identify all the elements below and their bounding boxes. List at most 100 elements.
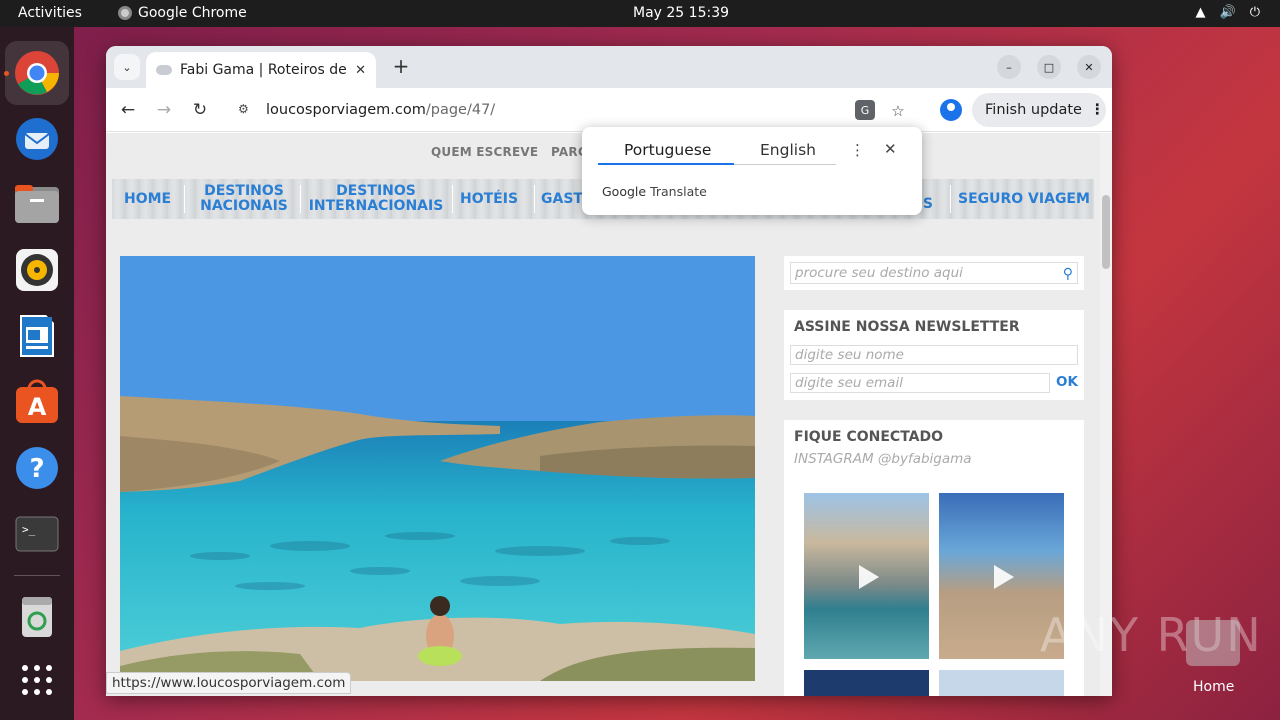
tab-title: Fabi Gama | Roteiros de V [180,62,350,78]
newsletter-widget: ASSINE NOSSA NEWSLETTER digite seu nome … [784,310,1084,400]
dock-chrome[interactable] [5,41,69,105]
instagram-post-1[interactable] [804,493,929,659]
chrome-icon [118,6,132,20]
search-widget: procure seu destino aqui ⚲ [784,256,1084,290]
menu-home[interactable]: HOME [124,192,171,207]
nav-link-quem-escreve[interactable]: QUEM ESCREVE [431,145,538,159]
google-brand: Google [602,184,647,199]
tab-search-button[interactable]: ⌄ [114,54,140,80]
close-icon: ✕ [1084,60,1094,74]
close-icon[interactable]: ✕ [355,63,366,78]
system-tray[interactable]: ▲ 🔊 ⏻ [1196,5,1260,20]
selected-tab-indicator [598,163,734,165]
url-path: /page/47/ [425,102,496,118]
menu-label: DESTINOS [204,183,284,199]
newsletter-ok-button[interactable]: OK [1056,374,1078,390]
tab-divider [734,164,836,165]
power-icon: ⏻ [1249,5,1260,20]
translate-options-icon[interactable]: ⋮ [850,141,865,159]
svg-text:>_: >_ [22,523,36,536]
dock: A ? >_ [0,27,74,720]
target-language-tab[interactable]: English [760,141,816,159]
rhythmbox-icon [16,249,58,291]
app-grid-icon [22,665,52,695]
menu-destinos-nacionais[interactable]: DESTINOS NACIONAIS [196,184,292,214]
dock-app-center[interactable]: A [14,379,60,425]
forward-arrow-icon: → [156,100,172,120]
chevron-down-icon: ⌄ [122,60,132,74]
bookmark-star-icon[interactable]: ☆ [887,100,909,122]
tab-bar: ⌄ Fabi Gama | Roteiros de V ✕ + – □ ✕ [106,46,1112,88]
web-page: QUEM ESCREVE PARC HOME DESTINOS NACIONAI… [106,133,1100,696]
dock-terminal[interactable]: >_ [14,511,60,557]
featured-post-image[interactable] [120,256,755,681]
minimize-icon: – [1006,60,1012,74]
menu-divider [452,185,453,213]
new-tab-button[interactable]: + [388,54,414,78]
source-language-tab[interactable]: Portuguese [624,141,711,159]
menu-label: INTERNACIONAIS [308,198,444,214]
volume-icon: 🔊 [1219,5,1236,20]
instagram-post-4[interactable] [939,670,1064,696]
update-label: Finish update [985,102,1082,118]
name-placeholder: digite seu nome [795,347,904,363]
address-bar[interactable]: ⚙ loucosporviagem.com/page/47/ [226,94,896,126]
finish-update-button[interactable]: Finish update ⋮ [972,93,1106,127]
menu-destinos-internacionais[interactable]: DESTINOS INTERNACIONAIS [308,184,444,214]
maximize-button[interactable]: □ [1037,55,1061,79]
writer-icon [20,315,54,357]
email-field[interactable]: digite seu email [790,373,1050,393]
menu-gastronomia[interactable]: GAST [541,192,583,207]
dock-app-grid[interactable] [14,657,60,703]
dock-trash[interactable] [14,593,60,639]
back-arrow-icon: ← [120,100,136,120]
menu-divider [534,185,535,213]
menu-seguro-viagem[interactable]: SEGURO VIAGEM [958,192,1090,207]
scrollbar-thumb[interactable] [1102,195,1110,269]
site-settings-icon[interactable]: ⚙ [238,102,254,118]
menu-divider [950,185,951,213]
google-translate-label: Google Translate [602,184,707,199]
home-folder-label: Home [1193,679,1235,695]
translate-icon[interactable]: G [855,100,875,120]
instagram-post-3[interactable] [804,670,929,696]
name-field[interactable]: digite seu nome [790,345,1078,365]
cloud-icon [156,65,172,75]
kebab-menu-icon: ⋮ [1089,102,1105,118]
newsletter-title: ASSINE NOSSA NEWSLETTER [794,319,1020,335]
reload-icon: ↻ [192,100,208,120]
search-icon[interactable]: ⚲ [1063,264,1073,284]
dock-writer[interactable] [14,313,60,359]
link-status-bubble: https://www.loucosporviagem.com [106,672,352,694]
close-window-button[interactable]: ✕ [1077,55,1101,79]
search-input[interactable]: procure seu destino aqui ⚲ [790,262,1078,284]
close-icon[interactable]: ✕ [884,140,897,158]
play-icon [993,565,1014,589]
forward-button[interactable]: → [152,98,176,122]
menu-label: DESTINOS [336,183,416,199]
clock[interactable]: May 25 15:39 [633,5,729,21]
menu-hoteis[interactable]: HOTÉIS [460,192,518,207]
dock-files[interactable] [14,181,60,227]
chrome-icon [15,51,59,95]
thunderbird-icon [16,118,58,160]
dock-thunderbird[interactable] [14,115,60,161]
play-icon [858,565,879,589]
reload-button[interactable]: ↻ [188,98,212,122]
instagram-handle[interactable]: INSTAGRAM @byfabigama [794,451,972,467]
app-menu[interactable]: Google Chrome [118,5,247,21]
profile-avatar[interactable] [940,99,962,121]
menu-label: HOTÉIS [460,191,519,207]
menu-divider [300,185,301,213]
url-host: loucosporviagem.com [266,102,426,118]
tab-active[interactable]: Fabi Gama | Roteiros de V ✕ [146,52,376,88]
menu-label: NACIONAIS [200,198,288,214]
files-icon [15,185,59,223]
dock-help[interactable]: ? [14,445,60,491]
minimize-button[interactable]: – [997,55,1021,79]
back-button[interactable]: ← [116,98,140,122]
app-center-icon: A [16,379,58,423]
activities-button[interactable]: Activities [18,5,82,21]
home-folder-icon[interactable] [1186,620,1240,666]
dock-rhythmbox[interactable] [14,247,60,293]
